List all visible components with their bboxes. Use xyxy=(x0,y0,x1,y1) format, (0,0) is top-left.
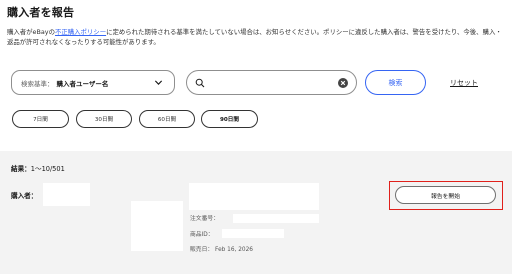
search-criteria-select[interactable]: 検索基準： 購入者ユーザー名 xyxy=(11,70,175,95)
results-count-value: 1〜10/501 xyxy=(30,165,65,173)
search-button[interactable]: 検索 xyxy=(365,70,426,95)
order-number-label: 注文番号： xyxy=(190,216,219,222)
page-title: 購入者を報告 xyxy=(7,6,75,19)
item-id-placeholder xyxy=(222,229,284,238)
search-field[interactable] xyxy=(186,70,357,95)
results-count-label: 結果： xyxy=(11,165,31,173)
period-chip-7-days[interactable]: 7日間 xyxy=(12,110,69,128)
page-description: 購入者がeBayの不正購入ポリシーに定められた期待される基準を満たしていない場合… xyxy=(7,27,507,47)
reset-link[interactable]: リセット xyxy=(450,78,478,88)
sale-date-row: 販売日： Feb 16, 2026 xyxy=(190,244,253,253)
results-count: 結果：1〜10/501 xyxy=(11,163,65,173)
search-icon xyxy=(195,78,205,88)
search-input[interactable] xyxy=(209,75,333,92)
item-title-placeholder xyxy=(189,183,319,210)
results-panel: 結果：1〜10/501 購入者： xyxy=(0,151,512,274)
period-chip-90-days[interactable]: 90日間 xyxy=(201,110,258,128)
description-text-start: 購入者がeBayの xyxy=(7,28,55,36)
search-criteria-value: 購入者ユーザー名 xyxy=(56,79,109,88)
buyer-name-placeholder xyxy=(43,183,90,206)
buyer-label: 購入者： xyxy=(11,192,38,200)
policy-link[interactable]: 不正購入ポリシー xyxy=(55,28,106,36)
search-criteria-label: 検索基準： xyxy=(21,79,54,88)
order-number-placeholder xyxy=(233,214,319,223)
period-chip-60-days[interactable]: 60日間 xyxy=(139,110,195,128)
item-image-placeholder xyxy=(131,201,183,251)
item-id-label: 商品ID： xyxy=(190,232,214,238)
clear-icon[interactable] xyxy=(338,78,348,88)
sale-date-label: 販売日： xyxy=(190,247,214,253)
period-chip-30-days[interactable]: 30日間 xyxy=(76,110,132,128)
sale-date-value: Feb 16, 2026 xyxy=(215,247,253,253)
start-report-button[interactable]: 報告を開始 xyxy=(395,186,496,204)
chevron-down-icon xyxy=(154,80,163,85)
